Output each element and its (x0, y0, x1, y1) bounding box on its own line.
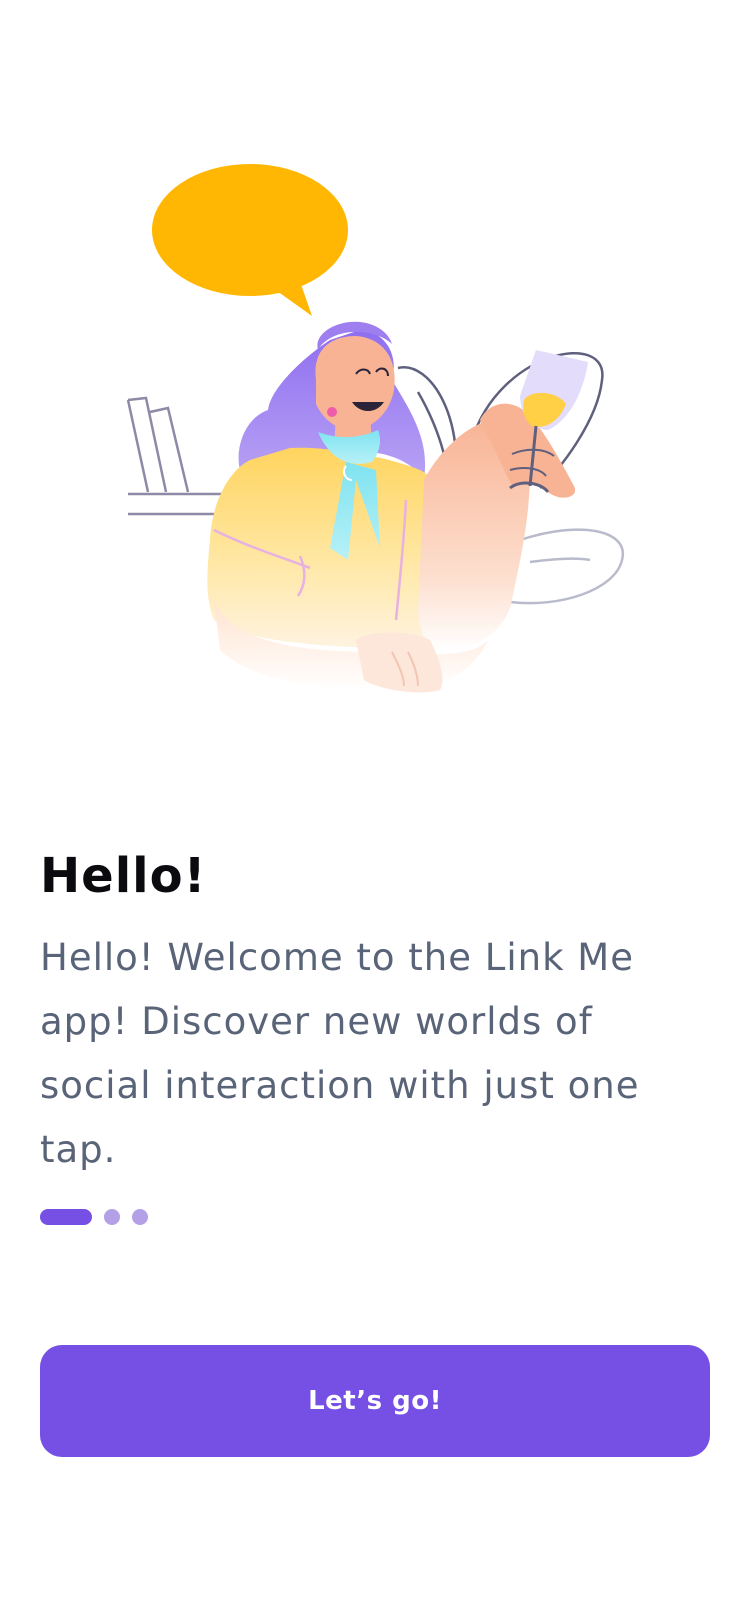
face (315, 321, 395, 431)
bookshelf (126, 396, 222, 516)
page-title: Hello! (40, 848, 207, 904)
page-dot-2[interactable] (104, 1209, 120, 1225)
page-indicator (40, 1209, 160, 1225)
page-dot-3[interactable] (132, 1209, 148, 1225)
lets-go-button[interactable]: Let’s go! (40, 1345, 710, 1457)
onboarding-illustration (126, 164, 625, 693)
page-dot-1[interactable] (40, 1209, 92, 1225)
welcome-description: Hello! Welcome to the Link Me app! Disco… (40, 936, 640, 1171)
leaf-bottom (509, 528, 625, 605)
speech-bubble-icon (152, 164, 348, 316)
shirt (207, 447, 453, 648)
